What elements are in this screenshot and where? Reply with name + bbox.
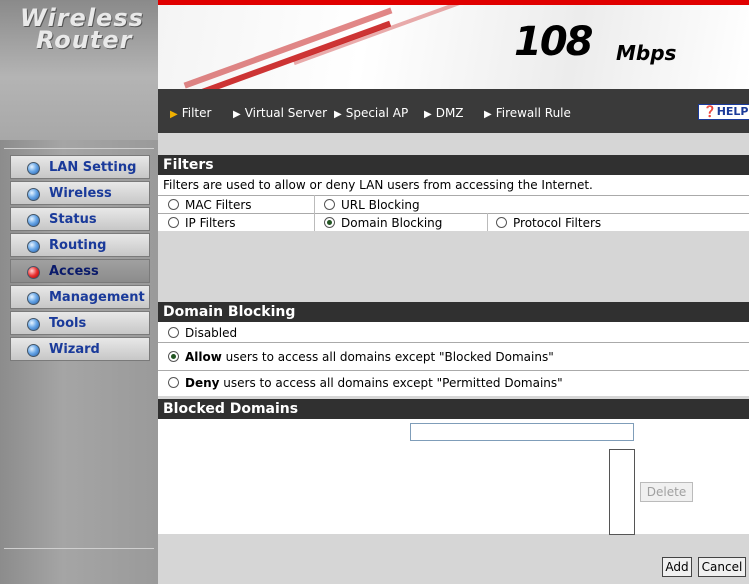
top-nav: ▶ Filter ▶ Virtual Server ▶ Special AP ▶ DMZ…	[158, 89, 749, 133]
sidebar-item-routing[interactable]: Routing	[10, 233, 150, 257]
blue-bullet-icon	[27, 214, 40, 227]
help-icon: ❓	[703, 105, 717, 118]
brand-logo-line2: Router	[36, 26, 133, 54]
arrow-right-icon: ▶	[170, 109, 178, 120]
tab-virtual-server[interactable]: ▶ Virtual Server	[233, 106, 327, 120]
sidebar-item-label: Access	[49, 264, 99, 279]
radio-button[interactable]	[496, 217, 507, 228]
arrow-right-icon: ▶	[334, 109, 342, 120]
filters-description: Filters are used to allow or deny LAN us…	[163, 178, 593, 192]
radio-disabled[interactable]: Disabled	[168, 326, 237, 340]
radio-domain-blocking[interactable]: Domain Blocking	[324, 216, 442, 230]
blocked-domains-title: Blocked Domains	[158, 399, 749, 419]
sidebar-item-status[interactable]: Status	[10, 207, 150, 231]
radio-button[interactable]	[168, 327, 179, 338]
sidebar-menu: LAN Setting Wireless Status Routing Acce…	[10, 155, 150, 363]
radio-button[interactable]	[168, 351, 179, 362]
sidebar-item-label: Management	[49, 290, 145, 305]
main-content: Filters Filters are used to allow or den…	[158, 133, 749, 584]
tab-dmz[interactable]: ▶ DMZ	[424, 106, 464, 120]
add-button[interactable]: Add	[662, 557, 692, 577]
blue-bullet-icon	[27, 162, 40, 175]
sidebar-item-label: Wireless	[49, 186, 112, 201]
domain-input[interactable]	[410, 423, 634, 441]
blue-bullet-icon	[27, 292, 40, 305]
sidebar-item-access[interactable]: Access	[10, 259, 150, 283]
radio-allow[interactable]: Allow users to access all domains except…	[168, 350, 554, 364]
sidebar-item-label: LAN Setting	[49, 160, 137, 175]
speed-unit: Mbps	[616, 41, 677, 65]
divider	[158, 370, 749, 371]
divider	[158, 342, 749, 343]
sidebar-item-management[interactable]: Management	[10, 285, 150, 309]
filters-panel: Filters are used to allow or deny LAN us…	[158, 175, 749, 231]
radio-url-blocking[interactable]: URL Blocking	[324, 198, 420, 212]
blue-bullet-icon	[27, 240, 40, 253]
blue-bullet-icon	[27, 188, 40, 201]
radio-button[interactable]	[168, 377, 179, 388]
sidebar-item-wireless[interactable]: Wireless	[10, 181, 150, 205]
radio-protocol-filters[interactable]: Protocol Filters	[496, 216, 601, 230]
arrow-right-icon: ▶	[484, 109, 492, 120]
blue-bullet-icon	[27, 344, 40, 357]
logo-area: Wireless Router	[0, 0, 158, 140]
sidebar-item-label: Tools	[49, 316, 87, 331]
arrow-right-icon: ▶	[424, 109, 432, 120]
sidebar-item-label: Wizard	[49, 342, 100, 357]
red-bullet-icon	[27, 266, 40, 279]
sidebar: Wireless Router LAN Setting Wireless Sta…	[0, 0, 158, 584]
domain-blocking-panel: Disabled Allow users to access all domai…	[158, 322, 749, 396]
radio-mac-filters[interactable]: MAC Filters	[168, 198, 252, 212]
tab-filter[interactable]: ▶ Filter	[170, 106, 211, 120]
cancel-button[interactable]: Cancel	[698, 557, 746, 577]
tab-special-ap[interactable]: ▶ Special AP	[334, 106, 408, 120]
radio-button[interactable]	[168, 199, 179, 210]
radio-button[interactable]	[324, 199, 335, 210]
radio-ip-filters[interactable]: IP Filters	[168, 216, 236, 230]
sidebar-item-wizard[interactable]: Wizard	[10, 337, 150, 361]
radio-deny[interactable]: Deny users to access all domains except …	[168, 376, 563, 390]
radio-button[interactable]	[168, 217, 179, 228]
blue-bullet-icon	[27, 318, 40, 331]
help-button[interactable]: ❓HELP	[698, 104, 749, 120]
sidebar-item-lan-setting[interactable]: LAN Setting	[10, 155, 150, 179]
tab-firewall-rule[interactable]: ▶ Firewall Rule	[484, 106, 571, 120]
header-banner: 108 Mbps	[158, 5, 749, 89]
sidebar-item-label: Status	[49, 212, 97, 227]
filters-title: Filters	[158, 155, 749, 175]
domain-blocking-title: Domain Blocking	[158, 302, 749, 322]
sidebar-item-label: Routing	[49, 238, 107, 253]
decorative-streak	[183, 7, 393, 89]
radio-button[interactable]	[324, 217, 335, 228]
delete-button[interactable]: Delete	[640, 482, 693, 502]
arrow-right-icon: ▶	[233, 109, 241, 120]
divider	[4, 148, 154, 149]
sidebar-item-tools[interactable]: Tools	[10, 311, 150, 335]
divider	[4, 548, 154, 549]
speed-label: 108	[514, 19, 593, 65]
blocked-domains-list[interactable]	[609, 449, 635, 535]
